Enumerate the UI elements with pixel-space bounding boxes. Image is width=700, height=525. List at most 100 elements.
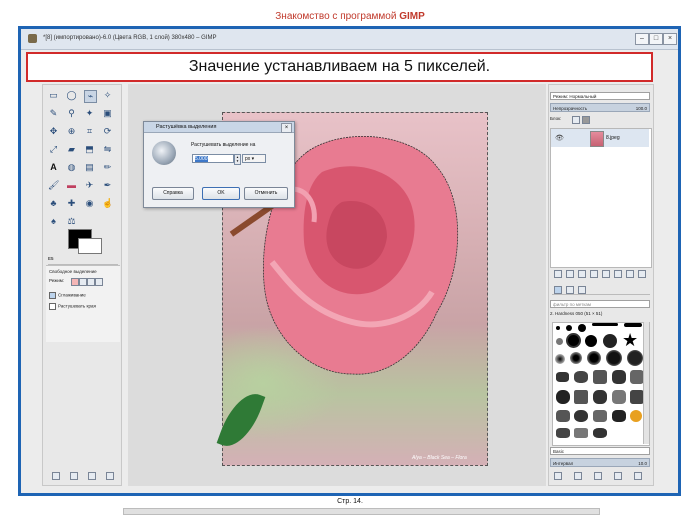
duplicate-brush-icon[interactable] <box>594 472 602 480</box>
free-select-tool-icon[interactable]: ⌁ <box>84 90 97 103</box>
brush-item[interactable] <box>555 354 565 364</box>
restore-options-icon[interactable] <box>70 472 78 480</box>
brush-item[interactable] <box>593 410 607 422</box>
ellipse-select-tool-icon[interactable]: ◯ <box>66 90 77 101</box>
close-button[interactable]: × <box>663 33 677 45</box>
rotate-tool-icon[interactable]: ⟳ <box>102 126 113 137</box>
align-tool-icon[interactable]: ⊕ <box>66 126 77 137</box>
text-tool-icon[interactable]: A <box>48 162 59 173</box>
brush-item[interactable] <box>592 323 618 326</box>
pencil-tool-icon[interactable]: ✏ <box>102 162 113 173</box>
raise-layer-icon[interactable] <box>578 270 586 278</box>
smudge-tool-icon[interactable]: ☝ <box>102 198 113 209</box>
save-options-icon[interactable] <box>52 472 60 480</box>
brush-item[interactable] <box>570 352 582 364</box>
paintbrush-tool-icon[interactable]: 🖌 <box>48 180 59 191</box>
mode-add-icon[interactable] <box>79 278 87 286</box>
paths-tool-icon[interactable]: ✦ <box>84 108 95 119</box>
fuzzy-select-tool-icon[interactable]: ✧ <box>102 90 113 101</box>
move-tool-icon[interactable]: ✥ <box>48 126 59 137</box>
brush-item[interactable] <box>556 372 569 382</box>
brush-item[interactable] <box>585 335 597 347</box>
brush-item[interactable] <box>556 338 563 345</box>
perspective-tool-icon[interactable]: ⬒ <box>84 144 95 155</box>
edit-brush-icon[interactable] <box>554 472 562 480</box>
scale-tool-icon[interactable]: ⤢ <box>48 144 59 155</box>
crop-tool-icon[interactable]: ⌗ <box>84 126 95 137</box>
mode-replace-icon[interactable] <box>71 278 79 286</box>
brush-item[interactable] <box>587 351 601 365</box>
ok-button[interactable]: OK <box>202 187 240 200</box>
minimize-button[interactable]: – <box>635 33 649 45</box>
bucket-fill-icon[interactable]: ◍ <box>66 162 77 173</box>
brush-tag-filter[interactable]: фильтр по меткам <box>550 300 650 308</box>
brush-item[interactable] <box>574 371 588 383</box>
horizontal-scrollbar[interactable] <box>123 508 600 515</box>
zoom-tool-icon[interactable]: ⚲ <box>66 108 77 119</box>
clone-tool-icon[interactable]: ♣ <box>48 198 59 209</box>
lock-alpha-icon[interactable] <box>582 116 590 124</box>
duplicate-layer-icon[interactable] <box>602 270 610 278</box>
mode-intersect-icon[interactable] <box>95 278 103 286</box>
feather-checkbox[interactable] <box>49 303 56 310</box>
color-picker-icon[interactable]: ▣ <box>102 108 113 119</box>
ink-tool-icon[interactable]: ✒ <box>102 180 113 191</box>
anchor-layer-icon[interactable] <box>614 270 622 278</box>
brush-item[interactable] <box>593 390 607 404</box>
brush-item[interactable] <box>612 370 626 384</box>
brush-item[interactable] <box>556 428 570 438</box>
flip-tool-icon[interactable]: ⇋ <box>102 144 113 155</box>
delete-layer-icon[interactable] <box>638 270 646 278</box>
rect-select-tool-icon[interactable]: ▭ <box>48 90 59 101</box>
feather-row[interactable]: Растушевать края <box>49 303 96 310</box>
brush-item[interactable] <box>574 390 588 404</box>
eye-icon[interactable]: 👁 <box>555 134 564 142</box>
brush-preset-select[interactable]: Basic <box>550 447 650 455</box>
tab-patterns-icon[interactable] <box>566 286 574 294</box>
blend-tool-icon[interactable]: ▤ <box>84 162 95 173</box>
brush-item[interactable] <box>593 428 607 438</box>
brush-item[interactable] <box>606 350 622 366</box>
measure-tool-icon[interactable]: ⚖ <box>66 216 77 227</box>
dodge-burn-tool-icon[interactable]: ♠ <box>48 216 59 227</box>
lower-layer-icon[interactable] <box>590 270 598 278</box>
tab-gradients-icon[interactable] <box>578 286 586 294</box>
brush-item[interactable] <box>612 390 626 404</box>
help-button[interactable]: Справка <box>152 187 194 200</box>
brush-scrollbar[interactable] <box>643 322 649 444</box>
eraser-tool-icon[interactable]: ▬ <box>66 180 77 191</box>
brush-item[interactable] <box>556 410 570 422</box>
dialog-close-button[interactable]: × <box>281 123 292 133</box>
refresh-brushes-icon[interactable] <box>634 472 642 480</box>
brush-item[interactable] <box>603 334 617 348</box>
reset-options-icon[interactable] <box>106 472 114 480</box>
layer-mode-select[interactable]: Режим: Нормальный <box>550 92 650 100</box>
antialias-row[interactable]: Сглаживание <box>49 292 86 299</box>
spacing-slider[interactable]: Интервал 10.0 <box>550 458 650 467</box>
lock-pixels-icon[interactable] <box>572 116 580 124</box>
tab-brushes-icon[interactable] <box>554 286 562 294</box>
brush-item[interactable] <box>630 390 644 404</box>
brush-item[interactable] <box>624 323 642 327</box>
delete-options-icon[interactable] <box>88 472 96 480</box>
brush-item[interactable] <box>593 370 607 384</box>
brush-item[interactable] <box>556 390 570 404</box>
new-brush-icon[interactable] <box>574 472 582 480</box>
new-group-icon[interactable] <box>566 270 574 278</box>
cancel-button[interactable]: Отменить <box>244 187 288 200</box>
brush-item[interactable] <box>612 410 626 422</box>
feather-amount-spinner[interactable]: ▲ ▼ <box>234 154 241 165</box>
brush-item[interactable] <box>566 325 572 331</box>
brush-item[interactable] <box>568 335 579 346</box>
brush-item[interactable] <box>630 370 644 384</box>
delete-brush-icon[interactable] <box>614 472 622 480</box>
feather-amount-input[interactable]: 5.000 <box>192 154 234 163</box>
antialias-checkbox[interactable] <box>49 292 56 299</box>
opacity-slider[interactable]: Непрозрачность 100.0 <box>550 103 650 112</box>
brush-item[interactable] <box>574 428 588 438</box>
select-by-color-icon[interactable]: ✎ <box>48 108 59 119</box>
star-brush-icon[interactable]: ★ <box>622 330 638 351</box>
unit-select[interactable]: px ▾ <box>242 154 266 163</box>
brush-item[interactable] <box>574 410 588 422</box>
new-layer-icon[interactable] <box>554 270 562 278</box>
